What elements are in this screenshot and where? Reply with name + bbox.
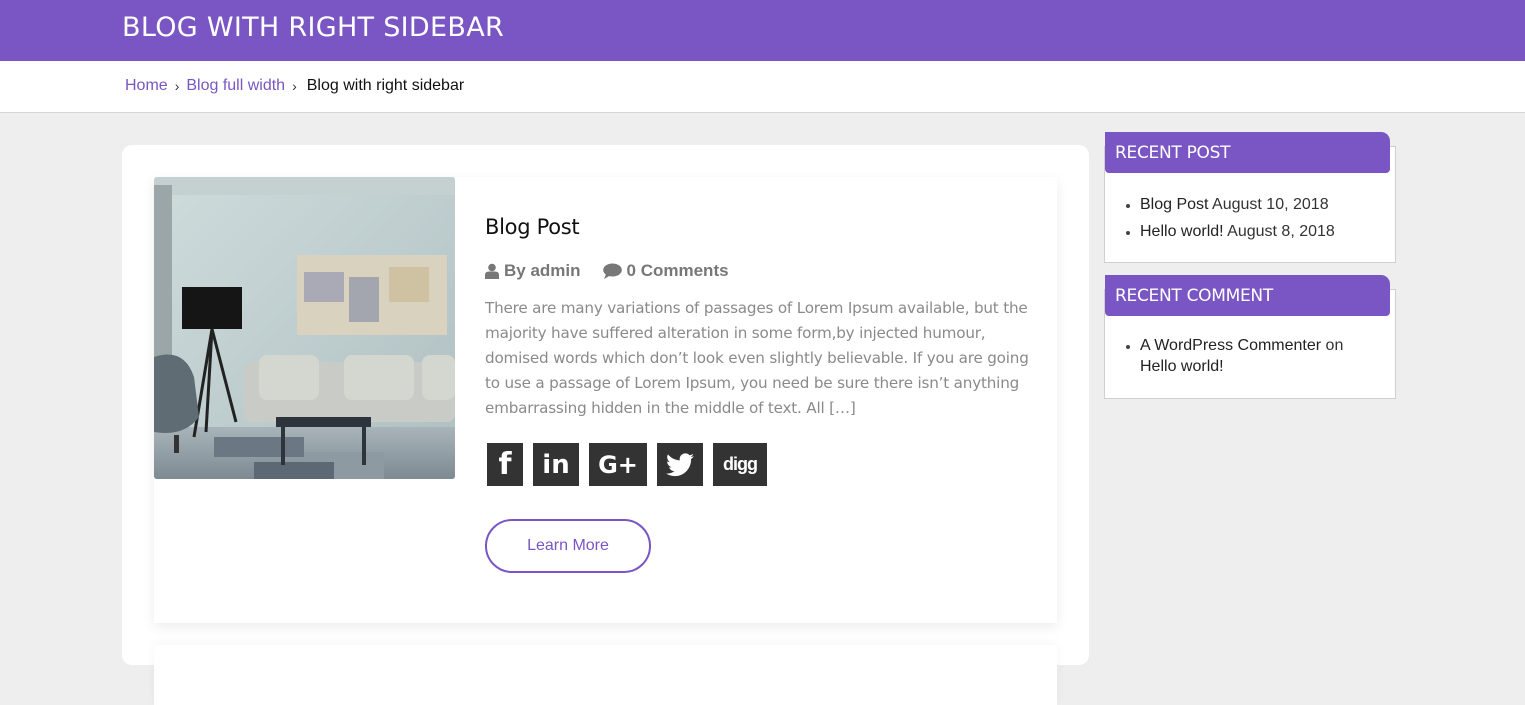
breadcrumb-bar: Home › Blog full width › Blog with right… bbox=[0, 61, 1525, 113]
digg-share-button[interactable]: digg bbox=[713, 443, 767, 486]
breadcrumb-home[interactable]: Home bbox=[125, 77, 168, 95]
list-item: A WordPress Commenter on Hello world! bbox=[1140, 335, 1380, 377]
page-header: BLOG WITH RIGHT SIDEBAR bbox=[0, 0, 1525, 61]
facebook-share-button[interactable]: f bbox=[487, 443, 523, 486]
recent-post-list: Blog Post August 10, 2018 Hello world! A… bbox=[1140, 191, 1335, 245]
list-item: Hello world! August 8, 2018 bbox=[1140, 218, 1335, 245]
post-excerpt: There are many variations of passages of… bbox=[485, 299, 1029, 417]
comment-on-label: on bbox=[1325, 337, 1344, 354]
social-share-bar: f in G+ digg bbox=[487, 443, 777, 486]
blog-post-card: Blog Post By admin 0 Comments There are … bbox=[154, 177, 1057, 623]
user-icon bbox=[485, 263, 499, 279]
breadcrumb-blog-full-width[interactable]: Blog full width bbox=[186, 77, 285, 95]
digg-icon: digg bbox=[723, 454, 758, 474]
facebook-icon: f bbox=[498, 447, 512, 482]
linkedin-share-button[interactable]: in bbox=[533, 443, 579, 486]
post-meta: By admin 0 Comments bbox=[485, 261, 751, 281]
next-post-card bbox=[154, 645, 1057, 705]
recent-post-link[interactable]: Hello world! bbox=[1140, 223, 1224, 240]
twitter-share-button[interactable] bbox=[657, 443, 703, 486]
learn-more-button[interactable]: Learn More bbox=[485, 519, 651, 573]
chevron-right-icon: › bbox=[174, 78, 180, 94]
post-title[interactable]: Blog Post bbox=[485, 215, 580, 239]
recent-post-widget: RECENT POST Blog Post August 10, 2018 He… bbox=[1104, 132, 1396, 263]
google-plus-share-button[interactable]: G+ bbox=[589, 443, 647, 486]
recent-comment-widget: RECENT COMMENT A WordPress Commenter on … bbox=[1104, 275, 1396, 399]
recent-comment-title: RECENT COMMENT bbox=[1105, 275, 1390, 316]
page-title: BLOG WITH RIGHT SIDEBAR bbox=[122, 12, 505, 43]
post-comments[interactable]: 0 Comments bbox=[602, 261, 729, 281]
chevron-right-icon: › bbox=[292, 78, 297, 94]
linkedin-icon: in bbox=[542, 449, 570, 480]
post-comments-label: 0 Comments bbox=[626, 261, 729, 280]
main-content: Blog Post By admin 0 Comments There are … bbox=[122, 145, 1089, 705]
breadcrumb: Home › Blog full width › Blog with right… bbox=[125, 77, 464, 95]
twitter-icon bbox=[666, 452, 694, 476]
recent-post-title: RECENT POST bbox=[1105, 132, 1390, 173]
recent-comment-list: A WordPress Commenter on Hello world! bbox=[1140, 335, 1380, 377]
comment-author-link[interactable]: A WordPress Commenter bbox=[1140, 337, 1321, 354]
recent-post-date: August 10, 2018 bbox=[1212, 196, 1329, 213]
comment-post-link[interactable]: Hello world! bbox=[1140, 358, 1224, 375]
recent-post-link[interactable]: Blog Post bbox=[1140, 196, 1208, 213]
post-thumbnail[interactable] bbox=[154, 177, 455, 479]
list-item: Blog Post August 10, 2018 bbox=[1140, 191, 1335, 218]
living-room-image bbox=[154, 177, 455, 479]
comment-icon bbox=[602, 263, 622, 279]
post-author[interactable]: By admin bbox=[485, 261, 581, 281]
recent-post-date: August 8, 2018 bbox=[1227, 223, 1335, 240]
breadcrumb-current: Blog with right sidebar bbox=[306, 77, 465, 94]
google-plus-icon: G+ bbox=[598, 450, 638, 479]
post-author-label: By admin bbox=[504, 261, 581, 280]
